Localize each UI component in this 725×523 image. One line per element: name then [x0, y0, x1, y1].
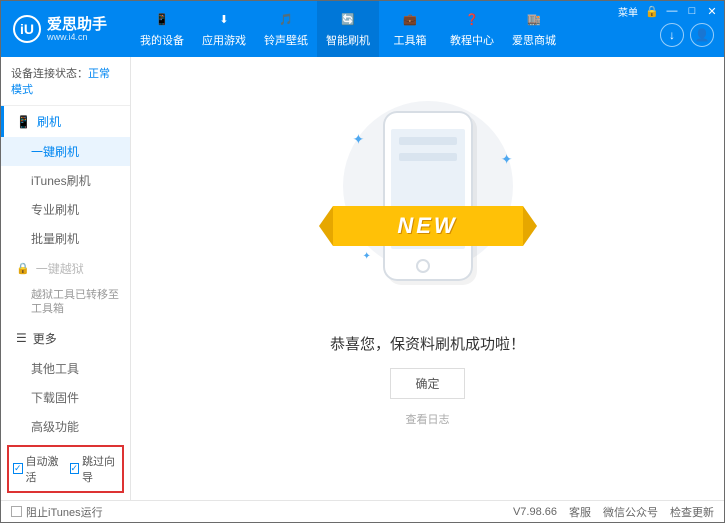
checkbox-label: 阻止iTunes运行 — [26, 504, 103, 520]
device-info[interactable]: 📱 iPhone 12 mini 64GB Down-12mini-13,1 — [1, 497, 130, 500]
store-icon: 🏬 — [525, 10, 543, 28]
sidebar-header-flash[interactable]: 📱 刷机 — [1, 106, 130, 137]
nav-label: 铃声壁纸 — [264, 32, 308, 48]
checkbox-icon: ✓ — [13, 463, 23, 474]
status-bar: 阻止iTunes运行 V7.98.66 客服 微信公众号 检查更新 — [1, 500, 724, 522]
nav-item-media[interactable]: 🎵 铃声壁纸 — [255, 1, 317, 57]
checkbox-icon: ✓ — [70, 463, 80, 474]
sidebar-header-jailbreak[interactable]: 🔒 一键越狱 — [1, 253, 130, 284]
skip-wizard-checkbox[interactable]: ✓ 跳过向导 — [70, 453, 119, 485]
main-nav: 📱 我的设备 ⬇ 应用游戏 🎵 铃声壁纸 🔄 智能刷机 💼 工具箱 ❓ 教程中心 🏬 爱思商城 — [131, 1, 565, 57]
auto-activate-checkbox[interactable]: ✓ 自动激活 — [13, 453, 62, 485]
nav-label: 工具箱 — [394, 32, 427, 48]
sidebar-header-label: 一键越狱 — [36, 260, 84, 277]
user-icon[interactable]: 👤 — [690, 23, 714, 47]
wechat-link[interactable]: 微信公众号 — [603, 504, 658, 520]
sidebar-item[interactable]: 专业刷机 — [1, 195, 130, 224]
nav-item-help[interactable]: ❓ 教程中心 — [441, 1, 503, 57]
ribbon-text: NEW — [397, 213, 457, 239]
update-link[interactable]: 检查更新 — [670, 504, 714, 520]
nav-label: 应用游戏 — [202, 32, 246, 48]
checkbox-label: 跳过向导 — [82, 453, 118, 485]
confirm-button[interactable]: 确定 — [390, 368, 464, 399]
app-header: iU 爱思助手 www.i4.cn 📱 我的设备 ⬇ 应用游戏 🎵 铃声壁纸 🔄 智能刷机 💼 工… — [1, 1, 724, 57]
sidebar-item[interactable]: iTunes刷机 — [1, 166, 130, 195]
media-icon: 🎵 — [277, 10, 295, 28]
version-label: V7.98.66 — [513, 506, 557, 518]
sidebar: 设备连接状态：正常模式 📱 刷机 一键刷机iTunes刷机专业刷机批量刷机 🔒 … — [1, 57, 131, 500]
lock-icon: 🔒 — [16, 262, 30, 275]
content-area: ✦ ✦ ✦ NEW 恭喜您，保资料刷机成功啦！ 确定 查看日志 — [131, 57, 724, 500]
highlighted-options: ✓ 自动激活 ✓ 跳过向导 — [7, 445, 124, 493]
apps-icon: ⬇ — [215, 10, 233, 28]
nav-label: 爱思商城 — [512, 32, 556, 48]
phone-icon: 📱 — [16, 115, 31, 129]
view-log-link[interactable]: 查看日志 — [406, 411, 450, 427]
sidebar-item[interactable]: 一键刷机 — [1, 137, 130, 166]
nav-item-store[interactable]: 🏬 爱思商城 — [503, 1, 565, 57]
sidebar-header-label: 更多 — [33, 330, 57, 347]
connection-status: 设备连接状态：正常模式 — [1, 57, 130, 106]
help-icon: ❓ — [463, 10, 481, 28]
refresh-icon: 🔄 — [339, 10, 357, 28]
success-illustration: ✦ ✦ ✦ NEW — [353, 111, 503, 311]
nav-label: 我的设备 — [140, 32, 184, 48]
download-icon[interactable]: ↓ — [660, 23, 684, 47]
jailbreak-note: 越狱工具已转移至工具箱 — [1, 284, 130, 323]
sidebar-item[interactable]: 其他工具 — [1, 354, 130, 383]
status-label: 设备连接状态： — [11, 68, 88, 80]
checkbox-label: 自动激活 — [26, 453, 62, 485]
sparkle-icon: ✦ — [501, 151, 513, 168]
list-icon: ☰ — [16, 331, 27, 345]
sidebar-header-more[interactable]: ☰ 更多 — [1, 323, 130, 354]
nav-label: 智能刷机 — [326, 32, 370, 48]
sidebar-header-label: 刷机 — [37, 113, 61, 130]
window-controls: 菜单 🔒 — □ ✕ — [618, 5, 718, 17]
sparkle-icon: ✦ — [363, 251, 371, 262]
nav-item-phone[interactable]: 📱 我的设备 — [131, 1, 193, 57]
toolbox-icon: 💼 — [401, 10, 419, 28]
sidebar-item[interactable]: 高级功能 — [1, 412, 130, 441]
block-itunes-checkbox[interactable]: 阻止iTunes运行 — [11, 504, 103, 520]
close-icon[interactable]: ✕ — [706, 5, 718, 17]
brand-area: iU 爱思助手 www.i4.cn — [1, 15, 131, 43]
checkbox-icon — [11, 506, 22, 517]
support-link[interactable]: 客服 — [569, 504, 591, 520]
sidebar-item[interactable]: 下载固件 — [1, 383, 130, 412]
nav-item-apps[interactable]: ⬇ 应用游戏 — [193, 1, 255, 57]
lock-icon[interactable]: 🔒 — [646, 5, 658, 17]
brand-name: 爱思助手 — [47, 17, 107, 32]
sparkle-icon: ✦ — [353, 131, 365, 148]
nav-label: 教程中心 — [450, 32, 494, 48]
nav-item-toolbox[interactable]: 💼 工具箱 — [379, 1, 441, 57]
brand-url: www.i4.cn — [47, 32, 107, 42]
menu-icon[interactable]: 菜单 — [618, 5, 638, 17]
maximize-icon[interactable]: □ — [686, 5, 698, 17]
logo-icon: iU — [13, 15, 41, 43]
sidebar-item[interactable]: 批量刷机 — [1, 224, 130, 253]
success-message: 恭喜您，保资料刷机成功啦！ — [330, 333, 525, 354]
nav-item-refresh[interactable]: 🔄 智能刷机 — [317, 1, 379, 57]
minimize-icon[interactable]: — — [666, 5, 678, 17]
new-ribbon: NEW — [333, 206, 523, 246]
phone-icon: 📱 — [153, 10, 171, 28]
